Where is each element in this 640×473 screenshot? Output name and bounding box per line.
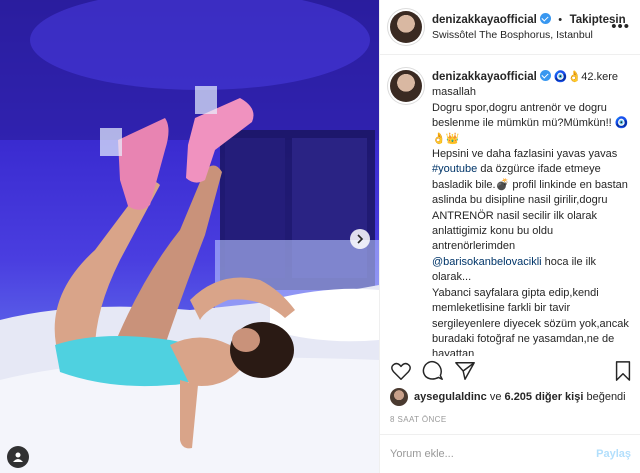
bookmark-icon[interactable]: [613, 360, 633, 382]
post-header: denizakkayaofficial • Takiptesin Swissôt…: [380, 0, 640, 55]
verified-badge-icon: [539, 70, 551, 81]
first-liker-username[interactable]: aysegulaldinc: [414, 391, 487, 403]
post-details-panel: denizakkayaofficial • Takiptesin Swissôt…: [379, 0, 640, 473]
tagged-users-button[interactable]: [7, 446, 29, 468]
caption: denizakkayaofficial 🧿👌42.kere masallah D…: [390, 70, 629, 356]
hashtag-link[interactable]: #youtube: [432, 163, 477, 175]
caption-text-3: hoca ile ilk olarak... Yabanci sayfalara…: [432, 255, 629, 356]
comment-form: Paylaş: [380, 434, 640, 473]
caption-text-2: da özgürce ifade etmeye basladik bile.💣 …: [432, 163, 628, 253]
photo-illustration: [0, 0, 379, 473]
likes-suffix: beğendi: [586, 391, 626, 403]
verified-badge-icon: [539, 13, 551, 24]
post-comment-button[interactable]: Paylaş: [596, 448, 631, 460]
author-avatar[interactable]: [390, 11, 422, 43]
action-bar: [390, 358, 635, 386]
share-icon[interactable]: [454, 360, 476, 382]
mention-link[interactable]: @barisokanbelovacikli: [432, 256, 542, 268]
author-username[interactable]: denizakkayaofficial: [432, 14, 537, 26]
comment-icon[interactable]: [422, 360, 444, 382]
heart-icon[interactable]: [390, 360, 412, 382]
caption-author-username[interactable]: denizakkayaofficial: [432, 71, 537, 83]
comments-section: denizakkayaofficial 🧿👌42.kere masallah D…: [380, 56, 640, 356]
author-info: denizakkayaofficial • Takiptesin Swissôt…: [432, 11, 626, 43]
likes-count[interactable]: 6.205 diğer kişi: [505, 391, 584, 403]
liker-avatar[interactable]: [390, 388, 408, 406]
next-photo-button[interactable]: [350, 229, 370, 249]
chevron-right-icon: [357, 234, 364, 244]
caption-author-avatar[interactable]: [390, 70, 422, 102]
more-horizontal-icon[interactable]: •••: [611, 18, 630, 35]
likes-summary: aysegulaldinc ve 6.205 diğer kişi beğend…: [390, 388, 626, 406]
user-icon: [13, 452, 23, 462]
caption-body: denizakkayaofficial 🧿👌42.kere masallah D…: [432, 70, 629, 356]
location-link[interactable]: Swissôtel The Bosphorus, Istanbul: [432, 28, 626, 43]
post-photo[interactable]: [0, 0, 379, 473]
likes-connector: ve: [489, 391, 502, 403]
post-timestamp[interactable]: 8 SAAT ÖNCE: [390, 415, 447, 424]
separator: •: [558, 14, 563, 26]
comment-input[interactable]: [390, 448, 590, 460]
caption-text: 🧿👌42.kere masallah Dogru spor,dogru antr…: [432, 71, 629, 161]
